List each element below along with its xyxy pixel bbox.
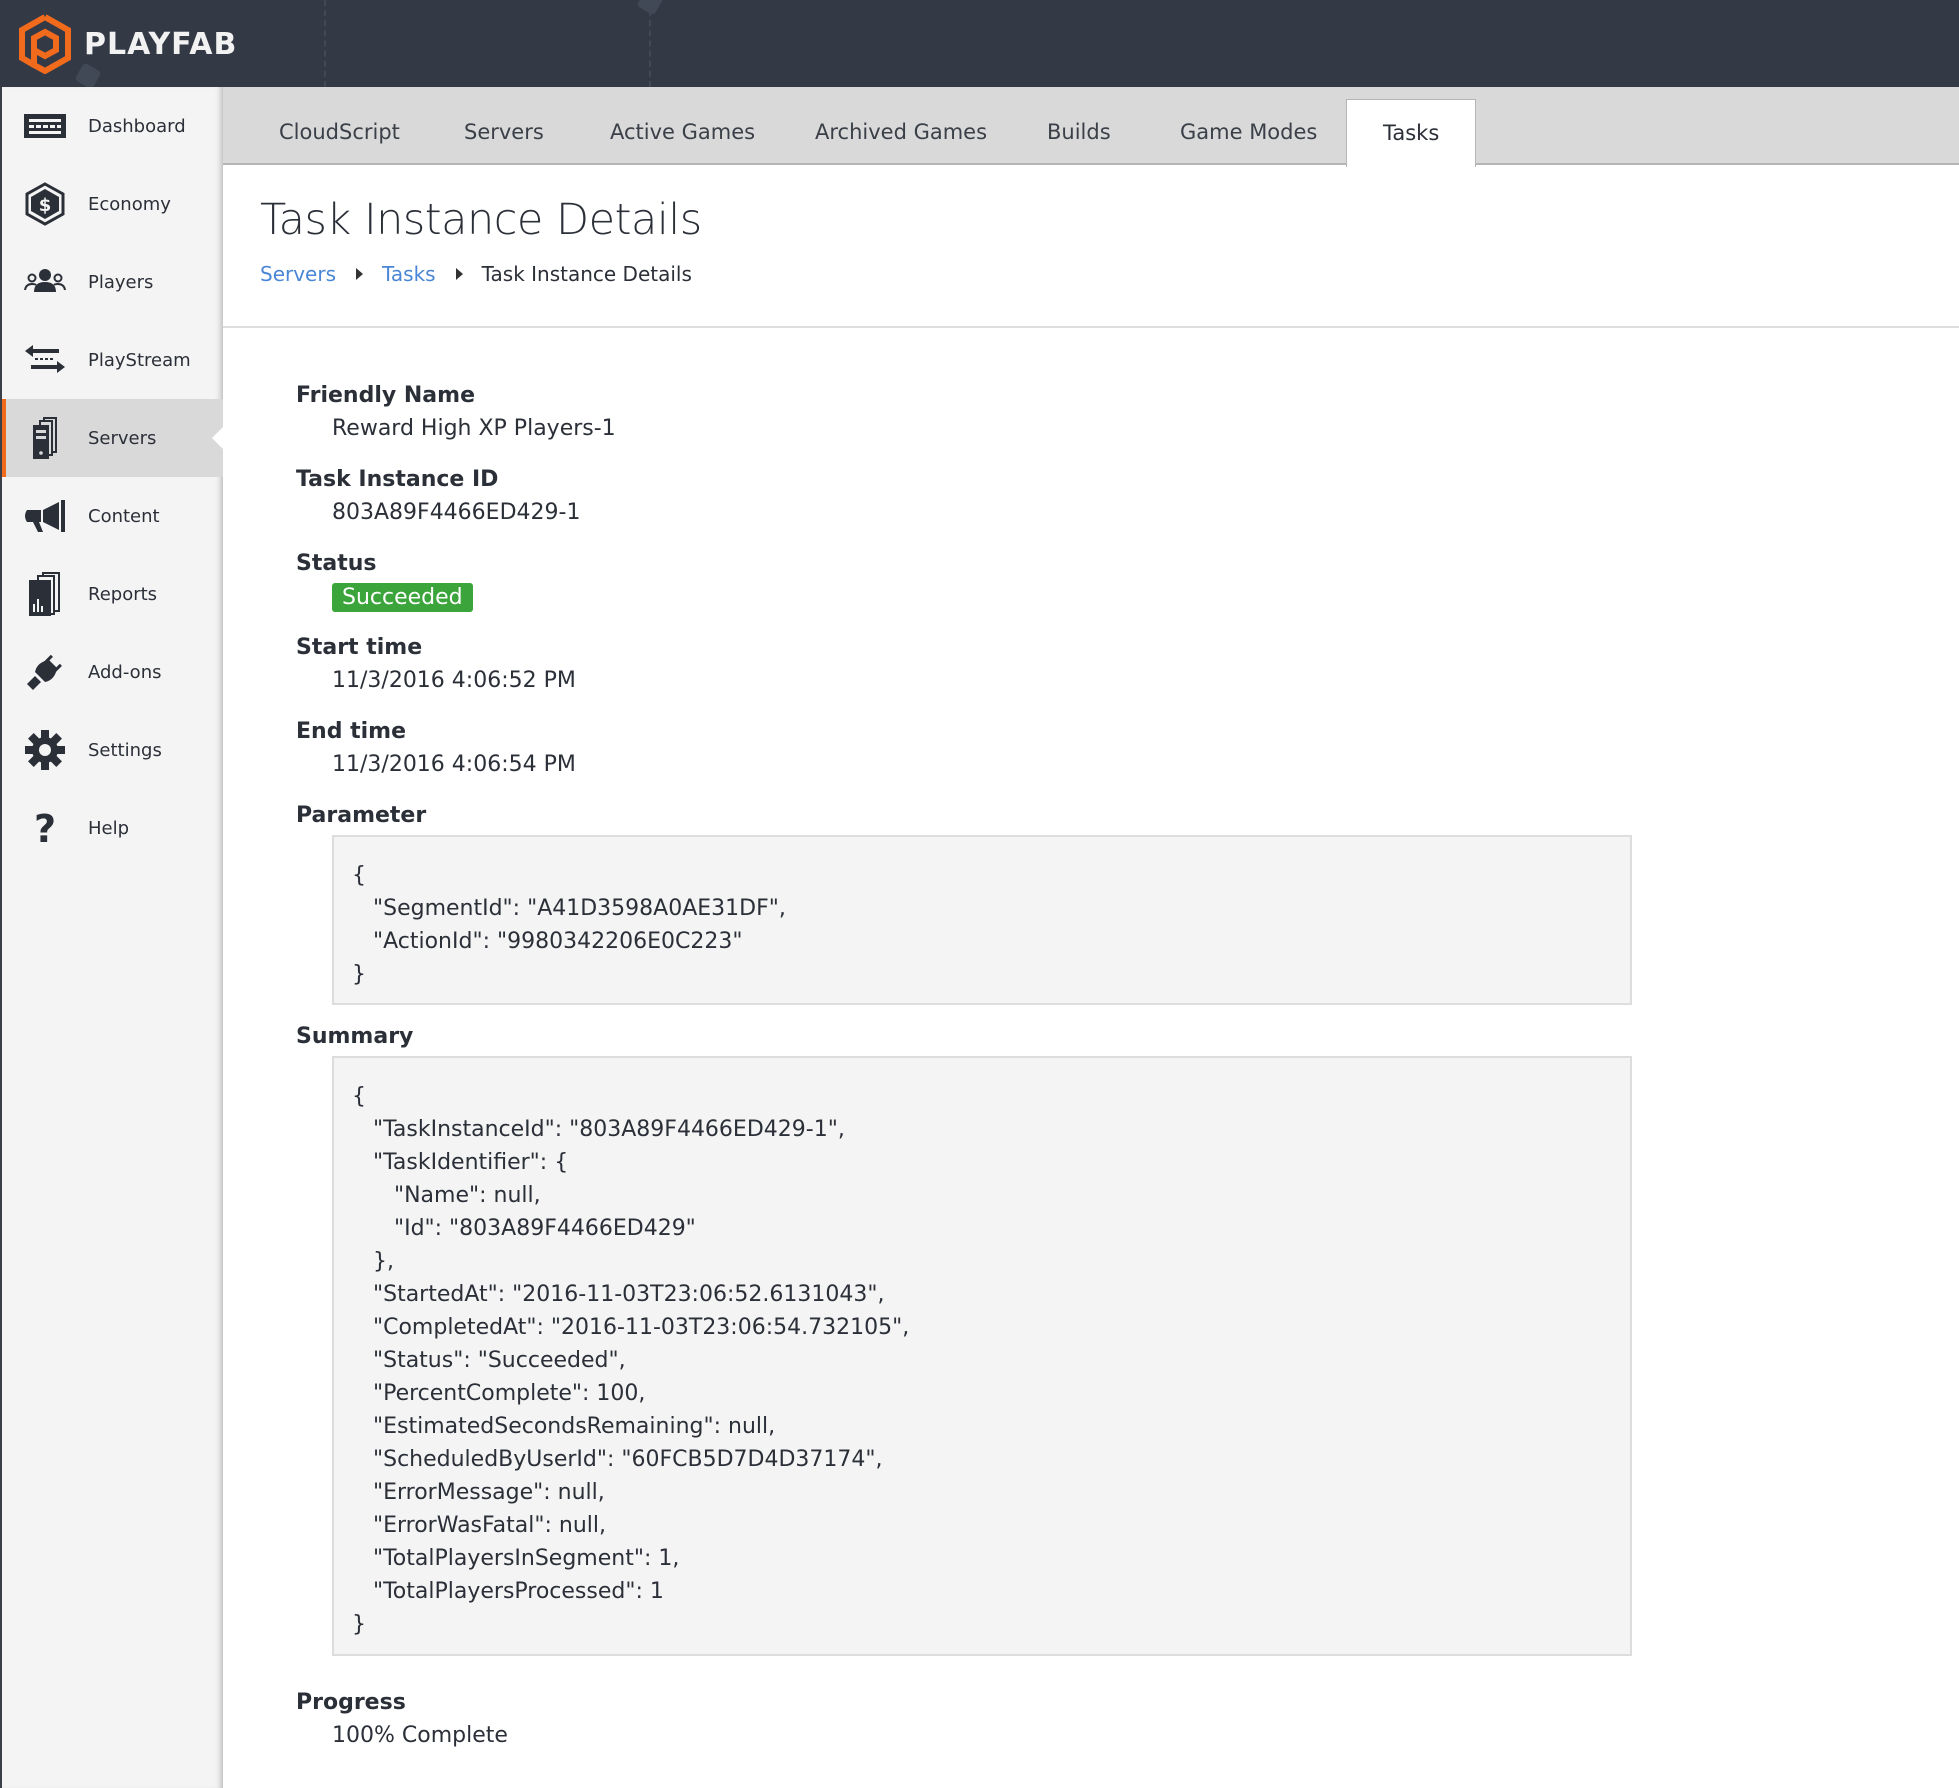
code-line: } [352,1612,366,1637]
tab-builds[interactable]: Builds [1047,87,1111,165]
sidebar-item-label: Economy [88,193,171,215]
economy-icon: $ [22,181,68,227]
status-badge: Succeeded [332,583,473,612]
sidebar-item-content[interactable]: Content [2,477,223,555]
progress-label: Progress [296,1690,406,1715]
code-line: "TotalPlayersProcessed": 1 [352,1579,664,1604]
page-title: Task Instance Details [260,195,702,245]
main-content: Task Instance Details Servers Tasks Task… [223,165,1959,1788]
summary-code-block: { "TaskInstanceId": "803A89F4466ED429-1"… [332,1056,1632,1656]
code-line: "SegmentId": "A41D3598A0AE31DF", [352,896,786,921]
sidebar-item-label: Dashboard [88,115,186,137]
sidebar-item-players[interactable]: Players [2,243,223,321]
code-line: "ErrorWasFatal": null, [352,1513,606,1538]
breadcrumb-servers-link[interactable]: Servers [260,262,336,286]
svg-text:?: ? [34,807,56,850]
code-line: "Name": null, [352,1183,541,1208]
svg-text:$: $ [39,195,52,216]
sidebar-item-label: PlayStream [88,349,191,371]
code-line: "ActionId": "9980342206E0C223" [352,929,743,954]
tab-game-modes[interactable]: Game Modes [1180,87,1317,165]
sidebar-item-label: Reports [88,583,158,605]
code-line: "ErrorMessage": null, [352,1480,605,1505]
code-line: "EstimatedSecondsRemaining": null, [352,1414,776,1439]
header-divider [223,326,1959,328]
top-header: PLAYFAB [0,0,1959,87]
servers-icon [22,415,68,461]
code-line: "ScheduledByUserId": "60FCB5D7D4D37174", [352,1447,883,1472]
megaphone-icon [22,493,68,539]
sidebar-item-label: Content [88,505,160,527]
code-line: }, [352,1249,394,1274]
sidebar-item-economy[interactable]: $ Economy [2,165,223,243]
breadcrumb-current: Task Instance Details [481,262,692,286]
code-line: "Id": "803A89F4466ED429" [352,1216,696,1241]
breadcrumb-separator-icon [455,268,463,280]
dashboard-icon [22,103,68,149]
code-line: "Status": "Succeeded", [352,1348,626,1373]
gear-icon [22,727,68,773]
sidebar-item-label: Servers [88,427,157,449]
parameter-label: Parameter [296,803,427,828]
sidebar-item-servers[interactable]: Servers [2,399,223,477]
summary-label: Summary [296,1024,414,1049]
sidebar-item-reports[interactable]: Reports [2,555,223,633]
code-line: "TotalPlayersInSegment": 1, [352,1546,680,1571]
tab-servers[interactable]: Servers [464,87,544,165]
task-instance-id-label: Task Instance ID [296,467,499,492]
friendly-name-value: Reward High XP Players-1 [332,416,616,441]
sidebar: Dashboard $ Economy Players PlayStream S… [0,87,223,1788]
players-icon [22,259,68,305]
end-time-value: 11/3/2016 4:06:54 PM [332,752,576,777]
code-line: "TaskIdentifier": { [352,1150,569,1175]
progress-value: 100% Complete [332,1723,508,1748]
brand-name: PLAYFAB [84,26,238,62]
sidebar-item-add-ons[interactable]: Add-ons [2,633,223,711]
help-icon: ? [22,805,68,851]
code-line: } [352,962,366,987]
section-tabs: CloudScript Servers Active Games Archive… [223,87,1959,167]
friendly-name-label: Friendly Name [296,383,475,408]
parameter-code-block: { "SegmentId": "A41D3598A0AE31DF", "Acti… [332,835,1632,1005]
tab-cloudscript[interactable]: CloudScript [279,87,400,165]
playstream-icon [22,337,68,383]
plug-icon [22,649,68,695]
tab-active-games[interactable]: Active Games [610,87,755,165]
code-line: { [352,1084,366,1109]
playfab-logo-icon [19,14,71,74]
code-line: { [352,863,366,888]
code-line: "TaskInstanceId": "803A89F4466ED429-1", [352,1117,845,1142]
code-line: "CompletedAt": "2016-11-03T23:06:54.7321… [352,1315,910,1340]
sidebar-item-label: Add-ons [88,661,162,683]
tab-archived-games[interactable]: Archived Games [815,87,987,165]
sidebar-item-label: Players [88,271,154,293]
sidebar-item-dashboard[interactable]: Dashboard [2,87,223,165]
header-decoration [636,0,664,16]
header-decoration [324,0,326,87]
code-line: "StartedAt": "2016-11-03T23:06:52.613104… [352,1282,885,1307]
sidebar-item-label: Help [88,817,130,839]
sidebar-item-playstream[interactable]: PlayStream [2,321,223,399]
breadcrumb-tasks-link[interactable]: Tasks [382,262,436,286]
start-time-label: Start time [296,635,423,660]
status-label: Status [296,551,377,576]
sidebar-item-label: Settings [88,739,162,761]
breadcrumb: Servers Tasks Task Instance Details [260,262,692,286]
code-line: "PercentComplete": 100, [352,1381,646,1406]
tab-tasks[interactable]: Tasks [1346,99,1477,167]
task-instance-id-value: 803A89F4466ED429-1 [332,500,581,525]
sidebar-item-settings[interactable]: Settings [2,711,223,789]
sidebar-item-help[interactable]: ? Help [2,789,223,867]
end-time-label: End time [296,719,406,744]
start-time-value: 11/3/2016 4:06:52 PM [332,668,576,693]
reports-icon [22,571,68,617]
playfab-logo[interactable]: PLAYFAB [18,14,237,74]
breadcrumb-separator-icon [356,268,364,280]
